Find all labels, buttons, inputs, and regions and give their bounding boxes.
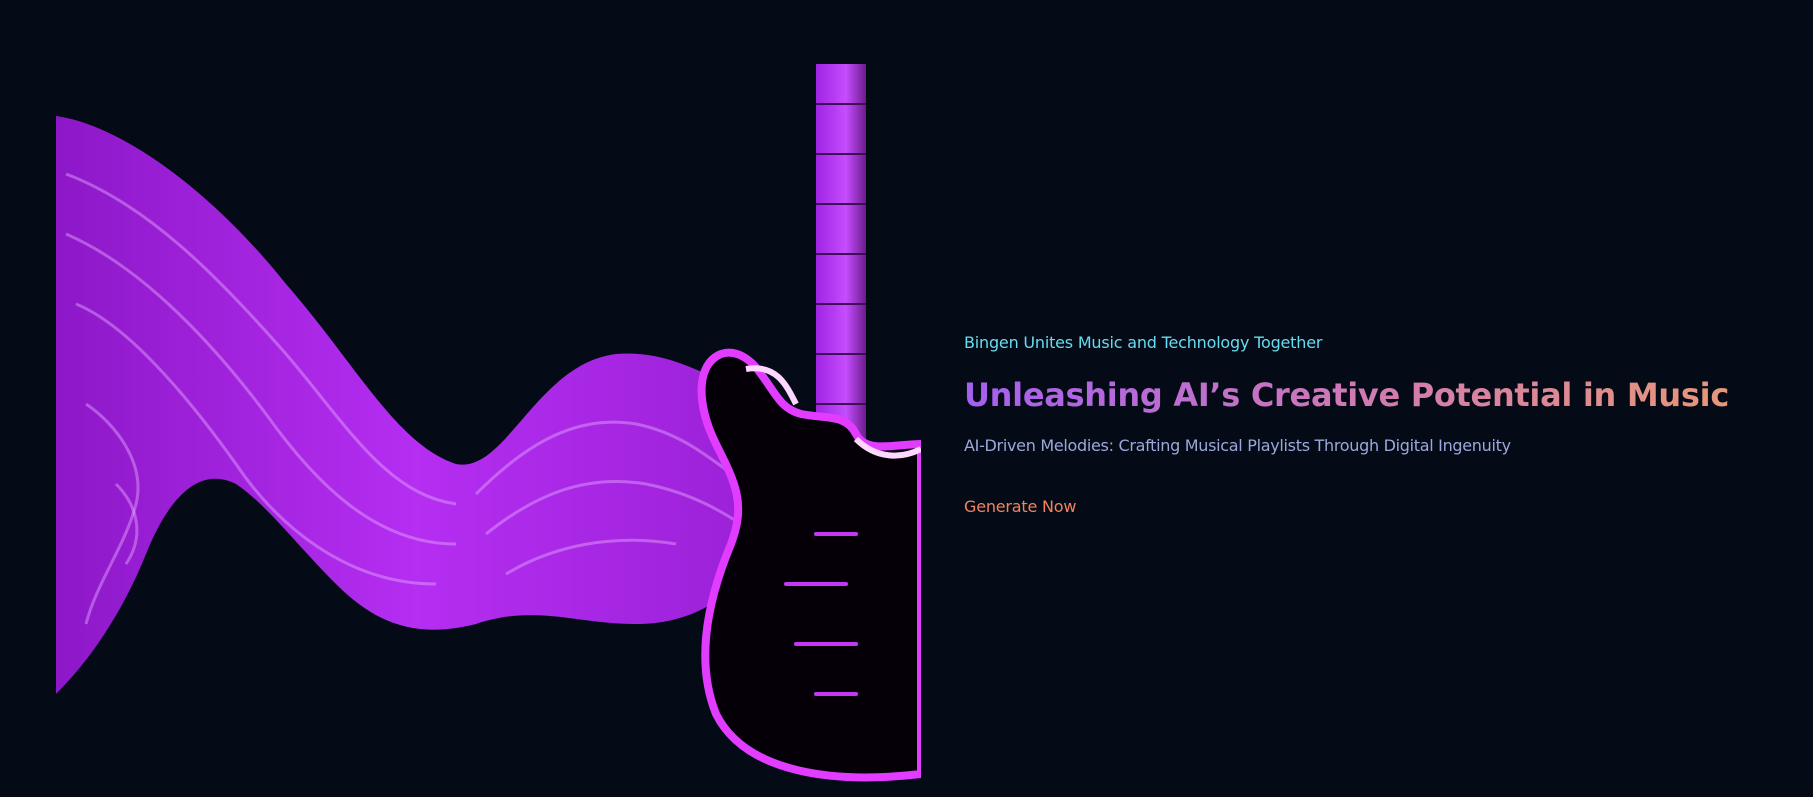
- wave-shape: [56, 116, 776, 694]
- hero-title: Unleashing AI’s Creative Potential in Mu…: [964, 376, 1764, 414]
- hero-subtitle: AI-Driven Melodies: Crafting Musical Pla…: [964, 436, 1511, 455]
- hero-guitar-wave-image: [56, 64, 921, 797]
- hero-eyebrow: Bingen Unites Music and Technology Toget…: [964, 333, 1323, 352]
- page: Bingen Unites Music and Technology Toget…: [0, 0, 1813, 797]
- guitar-neck: [816, 64, 866, 474]
- generate-now-button[interactable]: Generate Now: [964, 497, 1076, 516]
- guitar-body: [697, 348, 921, 782]
- hero-copy: Bingen Unites Music and Technology Toget…: [964, 333, 1764, 516]
